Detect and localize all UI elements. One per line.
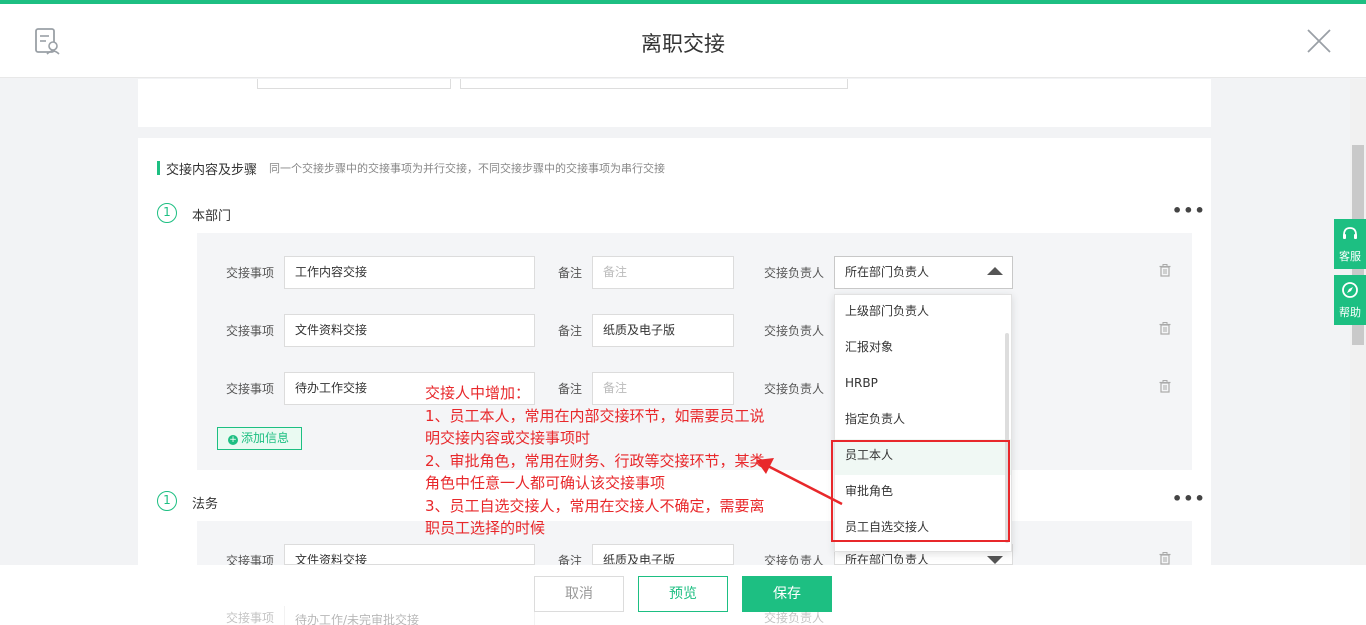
- dropdown-option[interactable]: 汇报对象: [835, 331, 1011, 367]
- underlying-row: 交接事项 待办工作/未完审批交接 交接负责人: [0, 606, 1366, 625]
- trash-icon[interactable]: [1159, 264, 1171, 277]
- more-options-icon[interactable]: •••: [1172, 489, 1206, 508]
- headset-icon: [1343, 227, 1357, 239]
- section-description: 同一个交接步骤中的交接事项为并行交接，不同交接步骤中的交接事项为串行交接: [269, 162, 666, 175]
- customer-service-button[interactable]: 客服: [1334, 219, 1366, 269]
- caret-down-icon[interactable]: [987, 556, 1003, 564]
- annotation-text: 交接人中增加： 1、员工本人，常用在内部交接环节，如需要员工说明交接内容或交接事…: [425, 382, 770, 540]
- item-input[interactable]: 工作内容交接: [284, 256, 535, 289]
- step-number: 1: [157, 491, 177, 511]
- dropdown-option[interactable]: HRBP: [835, 367, 1011, 403]
- annotation-line: 3、员工自选交接人，常用在交接人不确定，需要离职员工选择的时候: [425, 496, 765, 538]
- item-label: 交接事项: [226, 611, 275, 625]
- step-name: 法务: [192, 497, 219, 512]
- page-title: 离职交接: [641, 32, 725, 56]
- item-label: 交接事项: [226, 382, 275, 396]
- note-label: 备注: [558, 324, 583, 338]
- item-input[interactable]: 待办工作/未完审批交接: [284, 606, 535, 625]
- section-title: 交接内容及步骤: [166, 162, 258, 178]
- trash-icon[interactable]: [1159, 552, 1171, 565]
- compass-icon: [1342, 282, 1358, 298]
- owner-label: 交接负责人: [764, 324, 825, 338]
- item-label: 交接事项: [226, 324, 275, 338]
- top-field-2[interactable]: [460, 79, 848, 89]
- dropdown-option[interactable]: 指定负责人: [835, 403, 1011, 439]
- item-label: 交接事项: [226, 266, 275, 280]
- customer-service-label: 客服: [1339, 250, 1361, 263]
- note-input[interactable]: 备注: [592, 256, 734, 289]
- owner-select-value: 所在部门负责人: [845, 265, 930, 279]
- page-scrollbar[interactable]: [1350, 79, 1366, 625]
- annotation-arrow-icon: [756, 458, 843, 506]
- section-accent-bar: [157, 161, 160, 175]
- add-info-button[interactable]: + 添加信息: [217, 427, 302, 450]
- help-label: 帮助: [1339, 306, 1361, 319]
- page-header: 离职交接: [0, 4, 1366, 78]
- note-input[interactable]: 纸质及电子版: [592, 314, 734, 347]
- caret-up-icon[interactable]: [987, 267, 1003, 275]
- item-input[interactable]: 文件资料交接: [284, 314, 535, 347]
- close-icon[interactable]: [1304, 26, 1334, 56]
- item-input[interactable]: 文件资料交接: [284, 544, 535, 565]
- trash-icon[interactable]: [1159, 322, 1171, 335]
- owner-label: 交接负责人: [764, 382, 825, 396]
- annotation-line: 2、审批角色，常用在财务、行政等交接环节，某类角色中任意一人都可确认该交接事项: [425, 451, 765, 493]
- trash-icon[interactable]: [1159, 380, 1171, 393]
- dropdown-option[interactable]: 上级部门负责人: [835, 295, 1011, 331]
- owner-label: 交接负责人: [764, 611, 825, 625]
- add-info-label: 添加信息: [241, 431, 290, 445]
- owner-label: 交接负责人: [764, 266, 825, 280]
- annotation-line: 1、员工本人，常用在内部交接环节，如需要员工说明交接内容或交接事项时: [425, 406, 765, 448]
- note-label: 备注: [558, 266, 583, 280]
- step-name: 本部门: [192, 209, 232, 224]
- note-input[interactable]: 纸质及电子版: [592, 544, 734, 565]
- highlight-box: [831, 440, 1010, 542]
- help-button[interactable]: 帮助: [1334, 275, 1366, 325]
- plus-icon: +: [228, 435, 238, 445]
- section-header: 交接内容及步骤 同一个交接步骤中的交接事项为并行交接，不同交接步骤中的交接事项为…: [157, 160, 666, 178]
- step-number: 1: [157, 203, 177, 223]
- more-options-icon[interactable]: •••: [1172, 201, 1206, 220]
- basic-info-card: [138, 79, 1211, 127]
- annotation-line: 交接人中增加：: [425, 384, 531, 402]
- top-field-1[interactable]: [257, 79, 451, 89]
